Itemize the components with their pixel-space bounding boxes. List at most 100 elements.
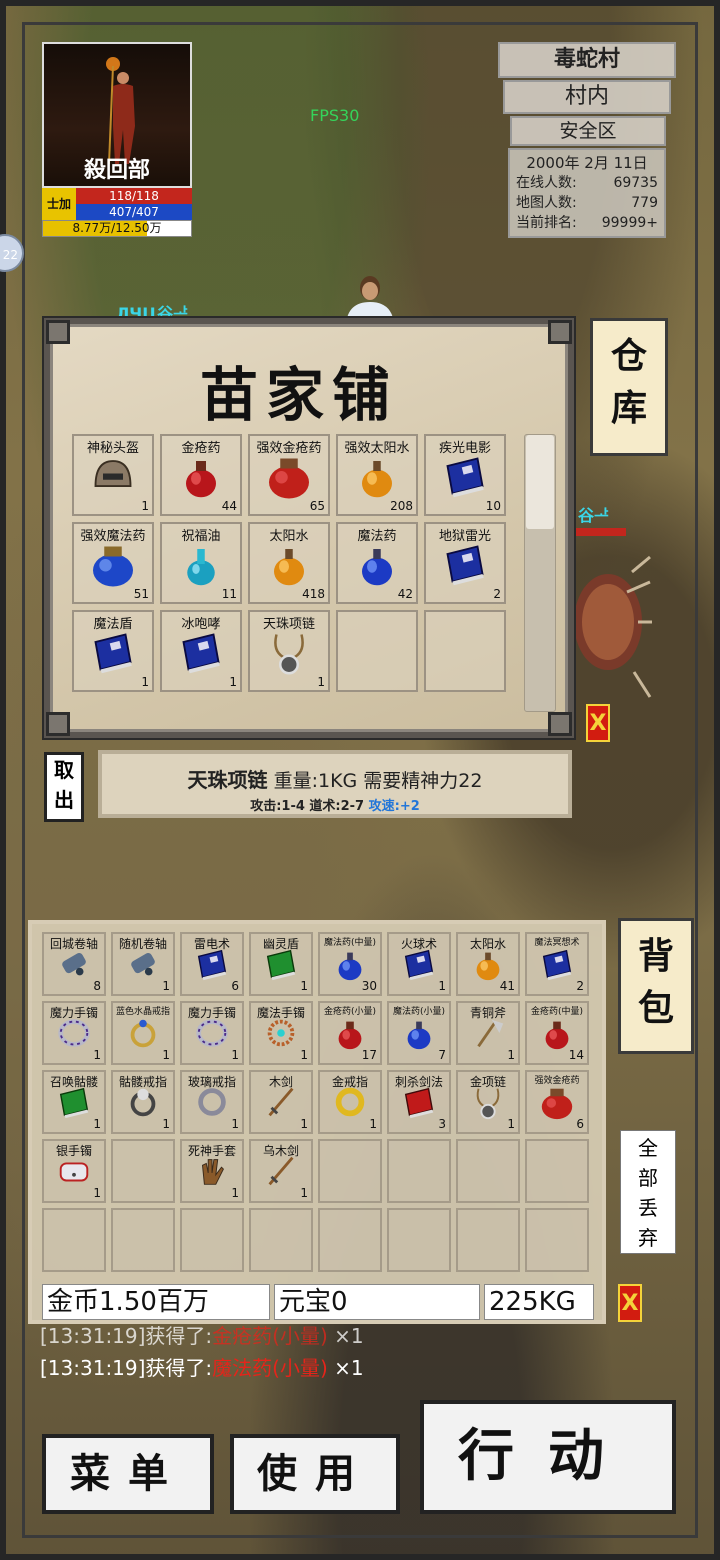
player-avatar[interactable]: 殺回部: [42, 42, 192, 188]
bag-slot[interactable]: 金疮药(小量) 17: [318, 1001, 382, 1065]
map-players-value: 779: [631, 195, 658, 211]
shop-item-name: 疾光电影: [438, 441, 491, 456]
shop-scroll-thumb[interactable]: [526, 435, 554, 529]
bag-slot[interactable]: [180, 1208, 244, 1272]
bag-slot[interactable]: 强效金疮药 6: [525, 1070, 589, 1134]
drop-all-button[interactable]: 全 部 丢 弃: [620, 1130, 676, 1254]
selected-item-stats: 攻击:1-4 道术:2-7: [250, 799, 365, 814]
bag-item-name: 魔法药(中量): [323, 938, 377, 948]
bag-slot[interactable]: 木剑 1: [249, 1070, 313, 1134]
bag-slot[interactable]: 青铜斧 1: [456, 1001, 520, 1065]
bag-slot[interactable]: [318, 1139, 382, 1203]
bag-slot[interactable]: [456, 1208, 520, 1272]
shop-item-name: 魔法药: [357, 529, 397, 544]
shop-slot[interactable]: 天珠项链 1: [248, 610, 330, 692]
shop-item-count: 2: [493, 587, 501, 601]
shop-slot[interactable]: 魔法盾 1: [72, 610, 154, 692]
bag-slot[interactable]: 骷髅戒指 1: [111, 1070, 175, 1134]
rank-value: 99999+: [601, 215, 658, 231]
shop-slot[interactable]: 神秘头盔 1: [72, 434, 154, 516]
bag-item-name: 魔力手镯: [49, 1006, 98, 1020]
bag-slot[interactable]: [318, 1208, 382, 1272]
bag-slot[interactable]: 回城卷轴 8: [42, 932, 106, 996]
bag-item-count: 1: [162, 979, 170, 993]
shop-item-count: 10: [485, 499, 501, 513]
bag-slot[interactable]: 金项链 1: [456, 1070, 520, 1134]
bag-slot[interactable]: 幽灵盾 1: [249, 932, 313, 996]
shop-panel: 苗家铺 神秘头盔 1 金疮药 44 强效金疮药 65 强效太阳水 208 疾光电影 10 强效魔法药…: [44, 318, 574, 738]
bag-item-count: 1: [231, 1048, 239, 1062]
shop-slot[interactable]: 地狱雷光 2: [424, 522, 506, 604]
bag-item-name: 金戒指: [331, 1075, 368, 1089]
shop-item-name: 强效金疮药: [256, 441, 322, 456]
bag-slot[interactable]: 死神手套 1: [180, 1139, 244, 1203]
bag-slot[interactable]: [111, 1208, 175, 1272]
bag-slot[interactable]: 魔法药(中量) 30: [318, 932, 382, 996]
blue-book-icon: [440, 451, 490, 505]
bag-slot[interactable]: 魔力手镯 1: [42, 1001, 106, 1065]
bag-slot[interactable]: 乌木剑 1: [249, 1139, 313, 1203]
shop-slot[interactable]: 太阳水 418: [248, 522, 330, 604]
shop-slot[interactable]: 疾光电影 10: [424, 434, 506, 516]
npc-character[interactable]: [330, 272, 410, 324]
bag-item-count: 1: [300, 1186, 308, 1200]
bag-slot[interactable]: 雷电术 6: [180, 932, 244, 996]
gold-label: 金币: [47, 1287, 100, 1317]
mp-bar: 407/407: [76, 204, 192, 220]
bag-slot[interactable]: 金疮药(中量) 14: [525, 1001, 589, 1065]
shop-slot[interactable]: 金疮药 44: [160, 434, 242, 516]
use-button[interactable]: 使用: [230, 1434, 400, 1514]
shop-item-name: 冰咆哮: [181, 617, 221, 632]
bag-slot[interactable]: [387, 1139, 451, 1203]
bag-slot[interactable]: 太阳水 41: [456, 932, 520, 996]
bag-slot[interactable]: [42, 1208, 106, 1272]
shop-scrollbar[interactable]: [524, 434, 556, 712]
shop-item-name: 神秘头盔: [86, 441, 139, 456]
bag-slot[interactable]: 魔法冥想术 2: [525, 932, 589, 996]
bag-slot[interactable]: 银手镯 1: [42, 1139, 106, 1203]
bag-slot[interactable]: 魔法手镯 1: [249, 1001, 313, 1065]
menu-button[interactable]: 菜单: [42, 1434, 214, 1514]
bag-slot[interactable]: 魔力手镯 1: [180, 1001, 244, 1065]
bag-item-name: 魔力手镯: [187, 1006, 236, 1020]
blue-book-icon: [440, 539, 490, 593]
bag-slot[interactable]: 召唤骷髅 1: [42, 1070, 106, 1134]
shop-item-count: 51: [133, 587, 149, 601]
bag-close-button[interactable]: X: [618, 1284, 642, 1322]
shop-slot[interactable]: 强效魔法药 51: [72, 522, 154, 604]
shop-slot[interactable]: 魔法药 42: [336, 522, 418, 604]
warehouse-tab[interactable]: 仓 库: [590, 318, 668, 456]
bag-slot[interactable]: 随机卷轴 1: [111, 932, 175, 996]
bag-item-count: 1: [369, 1117, 377, 1131]
bag-slot[interactable]: 火球术 1: [387, 932, 451, 996]
bag-slot[interactable]: [387, 1208, 451, 1272]
blue-potion-icon: [400, 1014, 438, 1056]
bag-tab[interactable]: 背 包: [618, 918, 694, 1054]
bag-slot[interactable]: [249, 1208, 313, 1272]
take-out-button[interactable]: 取 出: [44, 752, 84, 822]
bag-slot[interactable]: 玻璃戒指 1: [180, 1070, 244, 1134]
helmet-icon: [88, 451, 138, 505]
bag-slot[interactable]: [525, 1208, 589, 1272]
bag-slot[interactable]: 魔法药(小量) 7: [387, 1001, 451, 1065]
shop-slot[interactable]: 强效太阳水 208: [336, 434, 418, 516]
bag-slot[interactable]: 刺杀剑法 3: [387, 1070, 451, 1134]
bag-item-count: 1: [300, 1117, 308, 1131]
shop-slot[interactable]: [336, 610, 418, 692]
blue-book-icon: [176, 627, 226, 681]
action-button[interactable]: 行动: [420, 1400, 676, 1514]
bag-slot[interactable]: 蓝色水晶戒指 1: [111, 1001, 175, 1065]
shop-slot[interactable]: 冰咆哮 1: [160, 610, 242, 692]
bag-slot[interactable]: [111, 1139, 175, 1203]
bag-slot[interactable]: [456, 1139, 520, 1203]
bag-slot[interactable]: [525, 1139, 589, 1203]
shop-close-button[interactable]: X: [586, 704, 610, 742]
shop-slot[interactable]: [424, 610, 506, 692]
bag-slot[interactable]: 金戒指 1: [318, 1070, 382, 1134]
monster-spider[interactable]: [572, 552, 652, 702]
bag-item-name: 回城卷轴: [49, 937, 98, 951]
shop-slot[interactable]: 祝福油 11: [160, 522, 242, 604]
log-qty: ×1: [334, 1356, 364, 1380]
rank-label: 当前排名:: [516, 215, 577, 231]
shop-slot[interactable]: 强效金疮药 65: [248, 434, 330, 516]
